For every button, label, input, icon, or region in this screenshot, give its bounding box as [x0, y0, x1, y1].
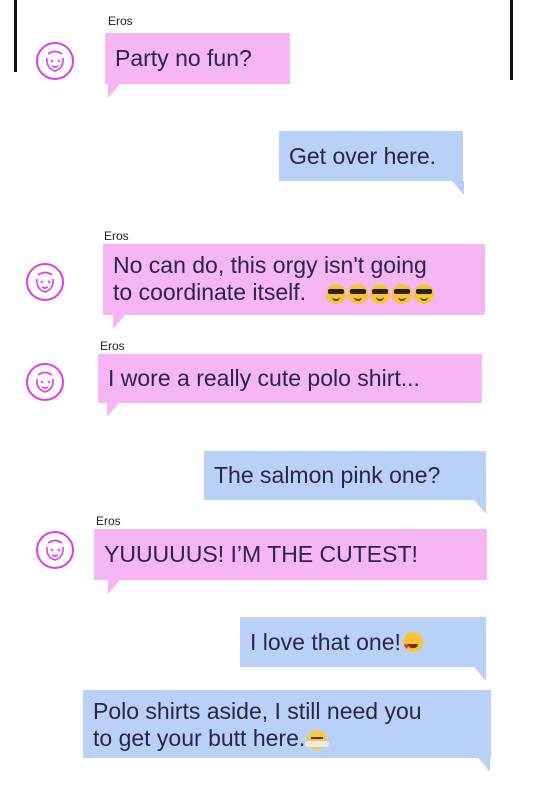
sunglasses-emoji-icon [348, 283, 369, 304]
message-text: I love that one! [250, 628, 401, 655]
bubble-tail [474, 667, 486, 681]
bubble-tail [478, 758, 490, 772]
message-text-line: Polo shirts aside, I still need you [93, 698, 422, 724]
message-bubble-incoming: Party no fun? [105, 33, 290, 84]
sunglasses-emoji-icon [392, 283, 413, 304]
bubble-tail [108, 580, 120, 594]
message-bubble-outgoing: Get over here. [279, 131, 463, 181]
face-doodle-icon [36, 531, 74, 569]
message-text: Get over here. [289, 142, 437, 169]
message-text: Party no fun? [115, 45, 252, 71]
bubble-tail [113, 315, 125, 329]
message-text: YUUUUUS! I’M THE CUTEST! [104, 541, 418, 567]
bubble-tail [108, 84, 120, 98]
message-text-line: to coordinate itself. [113, 279, 307, 305]
panel-border-left [14, 0, 17, 72]
sender-name: Eros [96, 514, 121, 528]
message-text-line: No can do, this orgy isn't going [113, 252, 427, 278]
message-text: I wore a really cute polo shirt... [108, 365, 420, 391]
face-doodle-icon [36, 42, 74, 80]
sender-name: Eros [100, 339, 125, 353]
message-bubble-incoming: YUUUUUS! I’M THE CUTEST! [94, 529, 487, 580]
sender-name: Eros [108, 14, 133, 28]
message-bubble-incoming: No can do, this orgy isn't going to coor… [103, 244, 485, 315]
sunglasses-emoji-icon [370, 283, 391, 304]
message-text: The salmon pink one? [214, 462, 441, 488]
bubble-tail [107, 403, 119, 417]
bubble-tail [474, 500, 486, 514]
sunglasses-emoji-icon [414, 283, 435, 304]
sender-name: Eros [104, 229, 129, 243]
message-bubble-incoming: I wore a really cute polo shirt... [98, 354, 482, 403]
message-bubble-outgoing: Polo shirts aside, I still need you to g… [83, 690, 491, 758]
heart-eyes-emoji-icon [402, 632, 423, 660]
steam-from-nose-emoji-icon [305, 729, 330, 750]
message-text-line: to get your butt here. [93, 725, 306, 751]
message-bubble-outgoing: The salmon pink one? [204, 451, 486, 500]
face-doodle-icon [26, 263, 64, 301]
face-doodle-icon [26, 363, 64, 401]
sunglasses-emoji-icon [326, 283, 347, 304]
panel-border-right [510, 0, 513, 80]
bubble-tail [452, 181, 464, 195]
message-bubble-outgoing: I love that one! [240, 617, 486, 667]
